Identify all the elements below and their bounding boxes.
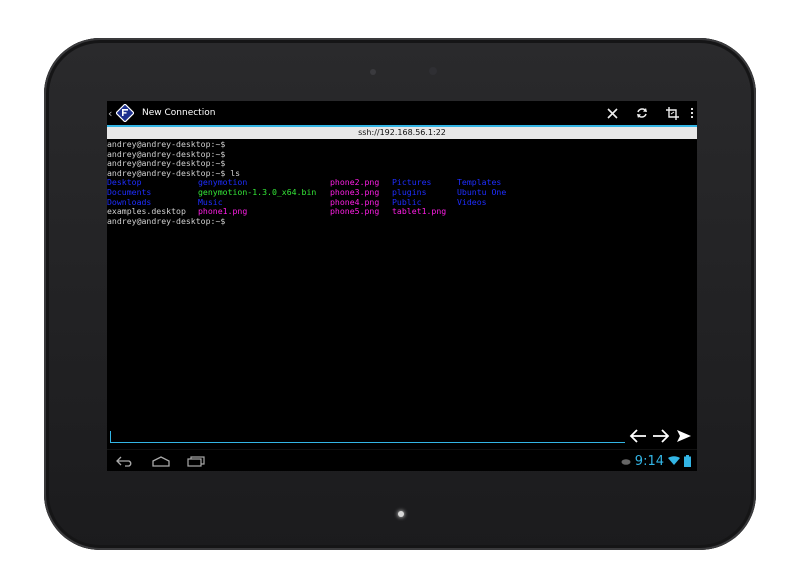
status-area: 9:14 [621, 453, 691, 469]
command-input[interactable] [110, 442, 625, 443]
up-chevron-icon[interactable]: ‹ [108, 107, 114, 120]
refresh-icon[interactable] [627, 101, 657, 125]
front-camera [429, 67, 437, 75]
wifi-icon [668, 456, 680, 465]
home-icon[interactable] [149, 453, 173, 469]
host-address: ssh://192.168.56.1:22 [107, 127, 697, 139]
clock: 9:14 [634, 453, 664, 469]
cloud-icon [621, 458, 631, 465]
notification-led [398, 511, 404, 517]
app-logo-icon[interactable] [116, 104, 134, 122]
action-bar: ‹ New Connection [107, 101, 697, 127]
crop-icon[interactable] [657, 101, 687, 125]
back-icon[interactable] [113, 453, 137, 469]
ls-row: examples.desktop phone1.png phone5.png t… [107, 207, 697, 217]
overflow-menu-icon[interactable] [687, 108, 697, 118]
ls-entry: phone1.png [198, 206, 248, 217]
ls-entry: phone5.png [330, 206, 380, 217]
connection-title: New Connection [142, 108, 216, 118]
arrow-right-icon[interactable] [651, 427, 671, 445]
terminal-output[interactable]: andrey@andrey-desktop:~$ andrey@andrey-d… [107, 139, 697, 410]
command-input-bar [107, 425, 697, 447]
ls-entry: examples.desktop [107, 206, 186, 217]
terminal-line: andrey@andrey-desktop:~$ [107, 215, 226, 226]
recent-apps-icon[interactable] [184, 453, 208, 469]
system-nav-bar: 9:14 [107, 449, 697, 471]
arrow-left-icon[interactable] [628, 427, 648, 445]
send-icon[interactable] [674, 427, 694, 445]
text-cursor [110, 431, 111, 442]
device-screen: ‹ New Connection ssh://192.168.56.1:22 a… [107, 101, 697, 471]
sensor-dot [370, 69, 376, 75]
battery-icon [684, 455, 691, 467]
ls-entry: tablet1.png [392, 206, 447, 217]
ls-entry: Videos [457, 196, 487, 207]
close-icon[interactable] [597, 101, 627, 125]
